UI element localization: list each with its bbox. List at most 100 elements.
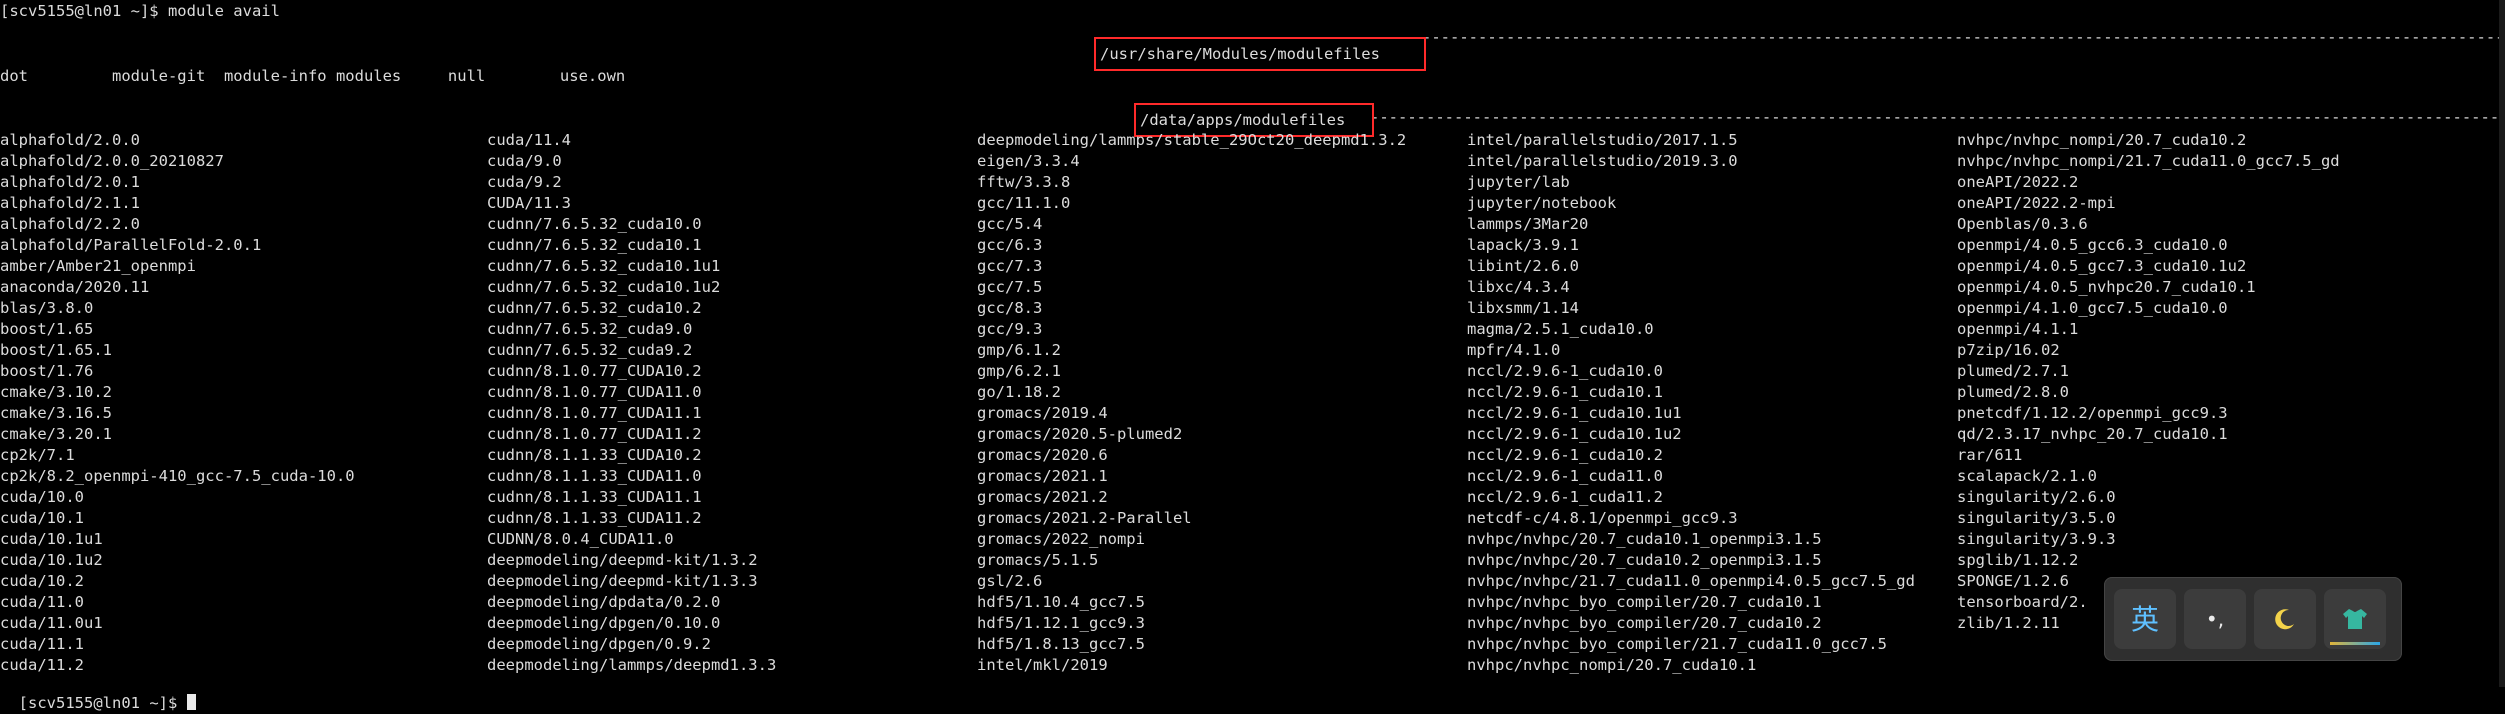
module-entry: plumed/2.7.1 (1957, 362, 2069, 380)
module-entry: gromacs/2020.6 (977, 446, 1108, 464)
module-entry: nvhpc/nvhpc_byo_compiler/20.7_cuda10.1 (1467, 593, 1822, 611)
module-entry: cudnn/8.1.0.77_CUDA10.2 (487, 362, 702, 380)
module-entry: gromacs/2019.4 (977, 404, 1108, 422)
ime-language-toggle-button[interactable]: 英 (2114, 589, 2176, 649)
module-entry: alphafold/2.0.0_20210827 (0, 152, 224, 170)
module-entry: libxc/4.3.4 (1467, 278, 1570, 296)
module-entry: deepmodeling/lammps/deepmd1.3.3 (487, 656, 777, 674)
system-modules-list: dot module-git module-info modules null … (0, 67, 626, 85)
separator-dashes-right-2: ----------------------------------------… (1370, 108, 2505, 126)
ime-punctuation-label: •, (2205, 606, 2225, 631)
module-entry: cuda/10.1 (0, 509, 84, 527)
module-entry: cuda/11.0u1 (0, 614, 103, 632)
module-entry: deepmodeling/deepmd-kit/1.3.2 (487, 551, 758, 569)
module-entry: cuda/9.0 (487, 152, 562, 170)
module-entry: deepmodeling/deepmd-kit/1.3.3 (487, 572, 758, 590)
module-entry: singularity/3.9.3 (1957, 530, 2116, 548)
module-entry: cudnn/8.1.0.77_CUDA11.1 (487, 404, 702, 422)
ime-toolbar: 英 •, (2104, 577, 2402, 661)
module-entry: nccl/2.9.6-1_cuda10.1u2 (1467, 425, 1682, 443)
module-entry: libint/2.6.0 (1467, 257, 1579, 275)
module-entry: cudnn/7.6.5.32_cuda9.2 (487, 341, 693, 359)
module-entry: gsl/2.6 (977, 572, 1043, 590)
ime-punctuation-button[interactable]: •, (2184, 589, 2246, 649)
module-entry: openmpi/4.0.5_gcc7.3_cuda10.1u2 (1957, 257, 2247, 275)
ime-skin-button[interactable] (2324, 589, 2386, 649)
module-entry: scalapack/2.1.0 (1957, 467, 2097, 485)
module-entry: libxsmm/1.14 (1467, 299, 1579, 317)
module-entry: nccl/2.9.6-1_cuda11.2 (1467, 488, 1663, 506)
text-cursor (186, 694, 196, 710)
module-column-3: deepmodeling/lammps/stable_29Oct20_deepm… (977, 130, 1406, 676)
module-entry: gcc/11.1.0 (977, 194, 1071, 212)
module-entry: cudnn/8.1.0.77_CUDA11.2 (487, 425, 702, 443)
module-entry: oneAPI/2022.2-mpi (1957, 194, 2116, 212)
module-entry: anaconda/2020.11 (0, 278, 150, 296)
system-modulefiles-path: /usr/share/Modules/modulefiles (1098, 44, 1382, 65)
module-entry: nvhpc/nvhpc_nompi/21.7_cuda11.0_gcc7.5_g… (1957, 152, 2340, 170)
module-entry: nvhpc/nvhpc/20.7_cuda10.1_openmpi3.1.5 (1467, 530, 1822, 548)
module-entry: CUDA/11.3 (487, 194, 571, 212)
module-entry: gmp/6.2.1 (977, 362, 1061, 380)
module-entry: cuda/10.1u2 (0, 551, 103, 569)
module-entry: nccl/2.9.6-1_cuda10.1u1 (1467, 404, 1682, 422)
shirt-icon (2343, 609, 2367, 629)
ime-night-mode-button[interactable] (2254, 589, 2316, 649)
module-entry: singularity/3.5.0 (1957, 509, 2116, 527)
moon-icon (2275, 609, 2294, 630)
module-entry: alphafold/2.2.0 (0, 215, 140, 233)
separator-dashes-right: ----------------------------------------… (1422, 28, 2505, 46)
module-entry: gcc/7.5 (977, 278, 1043, 296)
module-entry: intel/parallelstudio/2017.1.5 (1467, 131, 1738, 149)
module-entry: cudnn/8.1.1.33_CUDA10.2 (487, 446, 702, 464)
module-entry: deepmodeling/lammps/stable_29Oct20_deepm… (977, 131, 1407, 149)
module-entry: cudnn/7.6.5.32_cuda10.2 (487, 299, 702, 317)
module-entry: cudnn/8.1.1.33_CUDA11.2 (487, 509, 702, 527)
module-entry: cuda/11.0 (0, 593, 84, 611)
module-entry: gromacs/2020.5-plumed2 (977, 425, 1183, 443)
module-entry: cmake/3.10.2 (0, 383, 112, 401)
module-entry: cudnn/7.6.5.32_cuda9.0 (487, 320, 693, 338)
module-column-5: nvhpc/nvhpc_nompi/20.7_cuda10.2 nvhpc/nvh… (1957, 130, 2340, 634)
module-entry: gromacs/5.1.5 (977, 551, 1099, 569)
module-entry: cmake/3.20.1 (0, 425, 112, 443)
module-entry: intel/parallelstudio/2019.3.0 (1467, 152, 1738, 170)
skin-color-bar (2330, 642, 2380, 645)
module-entry: nvhpc/nvhpc_byo_compiler/21.7_cuda11.0_g… (1467, 635, 1887, 653)
module-entry: deepmodeling/dpgen/0.10.0 (487, 614, 721, 632)
module-entry: nvhpc/nvhpc_byo_compiler/20.7_cuda10.2 (1467, 614, 1822, 632)
command-prompt[interactable]: [scv5155@ln01 ~]$ (0, 672, 196, 712)
module-entry: nvhpc/nvhpc_nompi/20.7_cuda10.1 (1467, 656, 1757, 674)
module-entry: hdf5/1.10.4_gcc7.5 (977, 593, 1145, 611)
module-entry: cuda/10.2 (0, 572, 84, 590)
module-entry: cudnn/8.1.1.33_CUDA11.1 (487, 488, 702, 506)
module-entry: gromacs/2022_nompi (977, 530, 1145, 548)
module-entry: alphafold/2.1.1 (0, 194, 140, 212)
module-entry: CUDNN/8.0.4_CUDA11.0 (487, 530, 674, 548)
module-entry: nccl/2.9.6-1_cuda10.0 (1467, 362, 1663, 380)
module-entry: cuda/11.4 (487, 131, 571, 149)
module-entry: lammps/3Mar20 (1467, 215, 1589, 233)
module-entry: cudnn/7.6.5.32_cuda10.1u2 (487, 278, 721, 296)
module-entry: nvhpc/nvhpc/21.7_cuda11.0_openmpi4.0.5_g… (1467, 572, 1915, 590)
module-entry: Openblas/0.3.6 (1957, 215, 2088, 233)
module-entry: hdf5/1.12.1_gcc9.3 (977, 614, 1145, 632)
module-entry: jupyter/lab (1467, 173, 1570, 191)
module-entry: gcc/5.4 (977, 215, 1043, 233)
module-entry: deepmodeling/dpdata/0.2.0 (487, 593, 721, 611)
terminal-scrollbar[interactable] (2499, 0, 2505, 687)
apps-modulefiles-path: /data/apps/modulefiles (1138, 110, 1348, 131)
module-entry: amber/Amber21_openmpi (0, 257, 196, 275)
module-entry: boost/1.76 (0, 362, 94, 380)
module-entry: nvhpc/nvhpc/20.7_cuda10.2_openmpi3.1.5 (1467, 551, 1822, 569)
module-entry: deepmodeling/dpgen/0.9.2 (487, 635, 711, 653)
module-entry: intel/mkl/2019 (977, 656, 1108, 674)
module-entry: cudnn/7.6.5.32_cuda10.1 (487, 236, 702, 254)
module-entry: gromacs/2021.2-Parallel (977, 509, 1192, 527)
module-entry: openmpi/4.1.0_gcc7.5_cuda10.0 (1957, 299, 2228, 317)
module-entry: cmake/3.16.5 (0, 404, 112, 422)
module-entry: oneAPI/2022.2 (1957, 173, 2079, 191)
module-entry: boost/1.65.1 (0, 341, 112, 359)
module-entry: openmpi/4.0.5_nvhpc20.7_cuda10.1 (1957, 278, 2256, 296)
module-entry: go/1.18.2 (977, 383, 1061, 401)
